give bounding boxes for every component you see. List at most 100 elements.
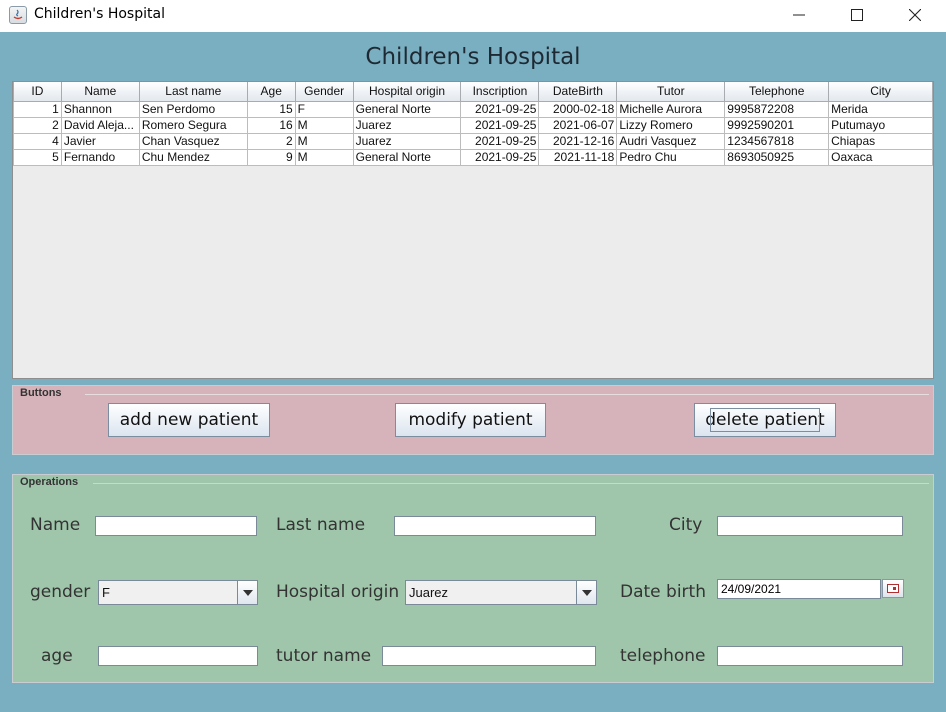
- table-cell[interactable]: David Aleja...: [60, 116, 140, 134]
- window-titlebar: Children's Hospital: [0, 0, 946, 32]
- column-header[interactable]: Gender: [294, 82, 354, 102]
- datebirth-label: Date birth: [620, 582, 706, 602]
- table-cell[interactable]: Chan Vasquez: [138, 132, 248, 150]
- buttons-panel-title: Buttons: [20, 387, 62, 399]
- patients-table-scrollpane[interactable]: ID Name Last name Age Gender Hospital origin I…: [12, 81, 934, 379]
- name-label: Name: [30, 515, 81, 535]
- table-cell[interactable]: Chu Mendez: [138, 148, 248, 166]
- table-cell[interactable]: 2021-12-16: [538, 132, 618, 150]
- gender-select[interactable]: F: [98, 580, 258, 605]
- table-cell[interactable]: 1: [13, 100, 62, 118]
- close-button[interactable]: [886, 0, 944, 30]
- patients-table[interactable]: ID Name Last name Age Gender Hospital origin I…: [13, 82, 933, 166]
- table-cell[interactable]: M: [294, 148, 354, 166]
- maximize-icon: [851, 9, 863, 21]
- add-patient-button[interactable]: add new patient: [108, 403, 270, 437]
- table-row[interactable]: 2 David Aleja... Romero Segura 16 M Juarez 202…: [13, 116, 933, 134]
- table-cell[interactable]: Fernando: [60, 148, 140, 166]
- table-cell[interactable]: Pedro Chu: [616, 148, 726, 166]
- column-header[interactable]: Last name: [138, 82, 248, 102]
- gender-dropdown-button[interactable]: [237, 581, 257, 604]
- column-header[interactable]: Telephone: [724, 82, 830, 102]
- close-icon: [909, 9, 921, 21]
- table-cell[interactable]: 1234567818: [724, 132, 830, 150]
- table-row[interactable]: 1 Shannon Sen Perdomo 15 F General Norte 2021-…: [13, 100, 933, 118]
- tutor-name-label: tutor name: [276, 646, 372, 666]
- table-cell[interactable]: 5: [13, 148, 62, 166]
- column-header[interactable]: Name: [60, 82, 140, 102]
- table-cell[interactable]: Audri Vasquez: [616, 132, 726, 150]
- modify-patient-button[interactable]: modify patient: [395, 403, 546, 437]
- table-cell[interactable]: 2021-09-25: [460, 100, 540, 118]
- hospital-origin-select-value: Juarez: [409, 585, 449, 600]
- table-row[interactable]: 5 Fernando Chu Mendez 9 M General Norte 2021-0…: [13, 148, 933, 166]
- table-cell[interactable]: Chiapas: [828, 132, 933, 150]
- table-cell[interactable]: Javier: [60, 132, 140, 150]
- table-cell[interactable]: 2021-09-25: [460, 132, 540, 150]
- minimize-button[interactable]: [770, 0, 828, 30]
- table-cell[interactable]: 2021-11-18: [538, 148, 618, 166]
- column-header[interactable]: City: [828, 82, 933, 102]
- table-cell[interactable]: 2021-06-07: [538, 116, 618, 134]
- add-patient-button-label: add new patient: [119, 410, 259, 430]
- table-cell[interactable]: 2021-09-25: [460, 116, 540, 134]
- table-cell[interactable]: 2021-09-25: [460, 148, 540, 166]
- table-cell[interactable]: Putumayo: [828, 116, 933, 134]
- delete-patient-button[interactable]: delete patient: [694, 403, 836, 437]
- tutor-name-input[interactable]: [382, 646, 596, 666]
- gender-label: gender: [30, 582, 91, 602]
- table-cell[interactable]: 2: [246, 132, 296, 150]
- window-title: Children's Hospital: [34, 6, 165, 22]
- age-input[interactable]: [98, 646, 258, 666]
- table-cell[interactable]: Michelle Aurora: [616, 100, 726, 118]
- table-cell[interactable]: 9992590201: [724, 116, 830, 134]
- table-cell[interactable]: Lizzy Romero: [616, 116, 726, 134]
- hospital-origin-select[interactable]: Juarez: [405, 580, 597, 605]
- table-cell[interactable]: M: [294, 132, 354, 150]
- column-header[interactable]: DateBirth: [538, 82, 618, 102]
- gender-select-value: F: [102, 585, 110, 600]
- lastname-input[interactable]: [394, 516, 596, 536]
- table-cell[interactable]: Juarez: [352, 132, 462, 150]
- table-cell[interactable]: General Norte: [352, 148, 462, 166]
- table-cell[interactable]: General Norte: [352, 100, 462, 118]
- column-header[interactable]: Hospital origin: [352, 82, 462, 102]
- table-cell[interactable]: Juarez: [352, 116, 462, 134]
- table-cell[interactable]: 16: [246, 116, 296, 134]
- operations-panel: Operations Name Last name City gender F …: [12, 474, 934, 683]
- column-header[interactable]: Inscription: [460, 82, 540, 102]
- panel-border: [93, 483, 929, 484]
- table-cell[interactable]: 2000-02-18: [538, 100, 618, 118]
- table-cell[interactable]: Shannon: [60, 100, 140, 118]
- table-cell[interactable]: Merida: [828, 100, 933, 118]
- table-header-row: ID Name Last name Age Gender Hospital origin I…: [13, 82, 933, 102]
- column-header[interactable]: Tutor: [616, 82, 726, 102]
- telephone-input[interactable]: [717, 646, 903, 666]
- table-cell[interactable]: 8693050925: [724, 148, 830, 166]
- table-cell[interactable]: 9995872208: [724, 100, 830, 118]
- table-cell[interactable]: F: [294, 100, 354, 118]
- maximize-button[interactable]: [828, 0, 886, 30]
- column-header[interactable]: Age: [246, 82, 296, 102]
- focus-ring: [710, 408, 820, 432]
- city-input[interactable]: [717, 516, 903, 536]
- table-cell[interactable]: M: [294, 116, 354, 134]
- table-row[interactable]: 4 Javier Chan Vasquez 2 M Juarez 2021-09-25 202…: [13, 132, 933, 150]
- table-cell[interactable]: 9: [246, 148, 296, 166]
- table-cell[interactable]: 2: [13, 116, 62, 134]
- column-header[interactable]: ID: [13, 82, 62, 102]
- table-cell[interactable]: 15: [246, 100, 296, 118]
- panel-border: [85, 394, 929, 395]
- name-input[interactable]: [95, 516, 257, 536]
- table-cell[interactable]: Oaxaca: [828, 148, 933, 166]
- calendar-icon: [887, 584, 899, 593]
- operations-panel-title: Operations: [20, 476, 79, 488]
- hospital-origin-label: Hospital origin: [276, 582, 400, 602]
- table-cell[interactable]: 4: [13, 132, 62, 150]
- table-cell[interactable]: Romero Segura: [138, 116, 248, 134]
- hospital-dropdown-button[interactable]: [576, 581, 596, 604]
- calendar-button[interactable]: [882, 579, 904, 598]
- telephone-label: telephone: [620, 646, 706, 666]
- table-cell[interactable]: Sen Perdomo: [138, 100, 248, 118]
- datebirth-input[interactable]: [717, 579, 881, 599]
